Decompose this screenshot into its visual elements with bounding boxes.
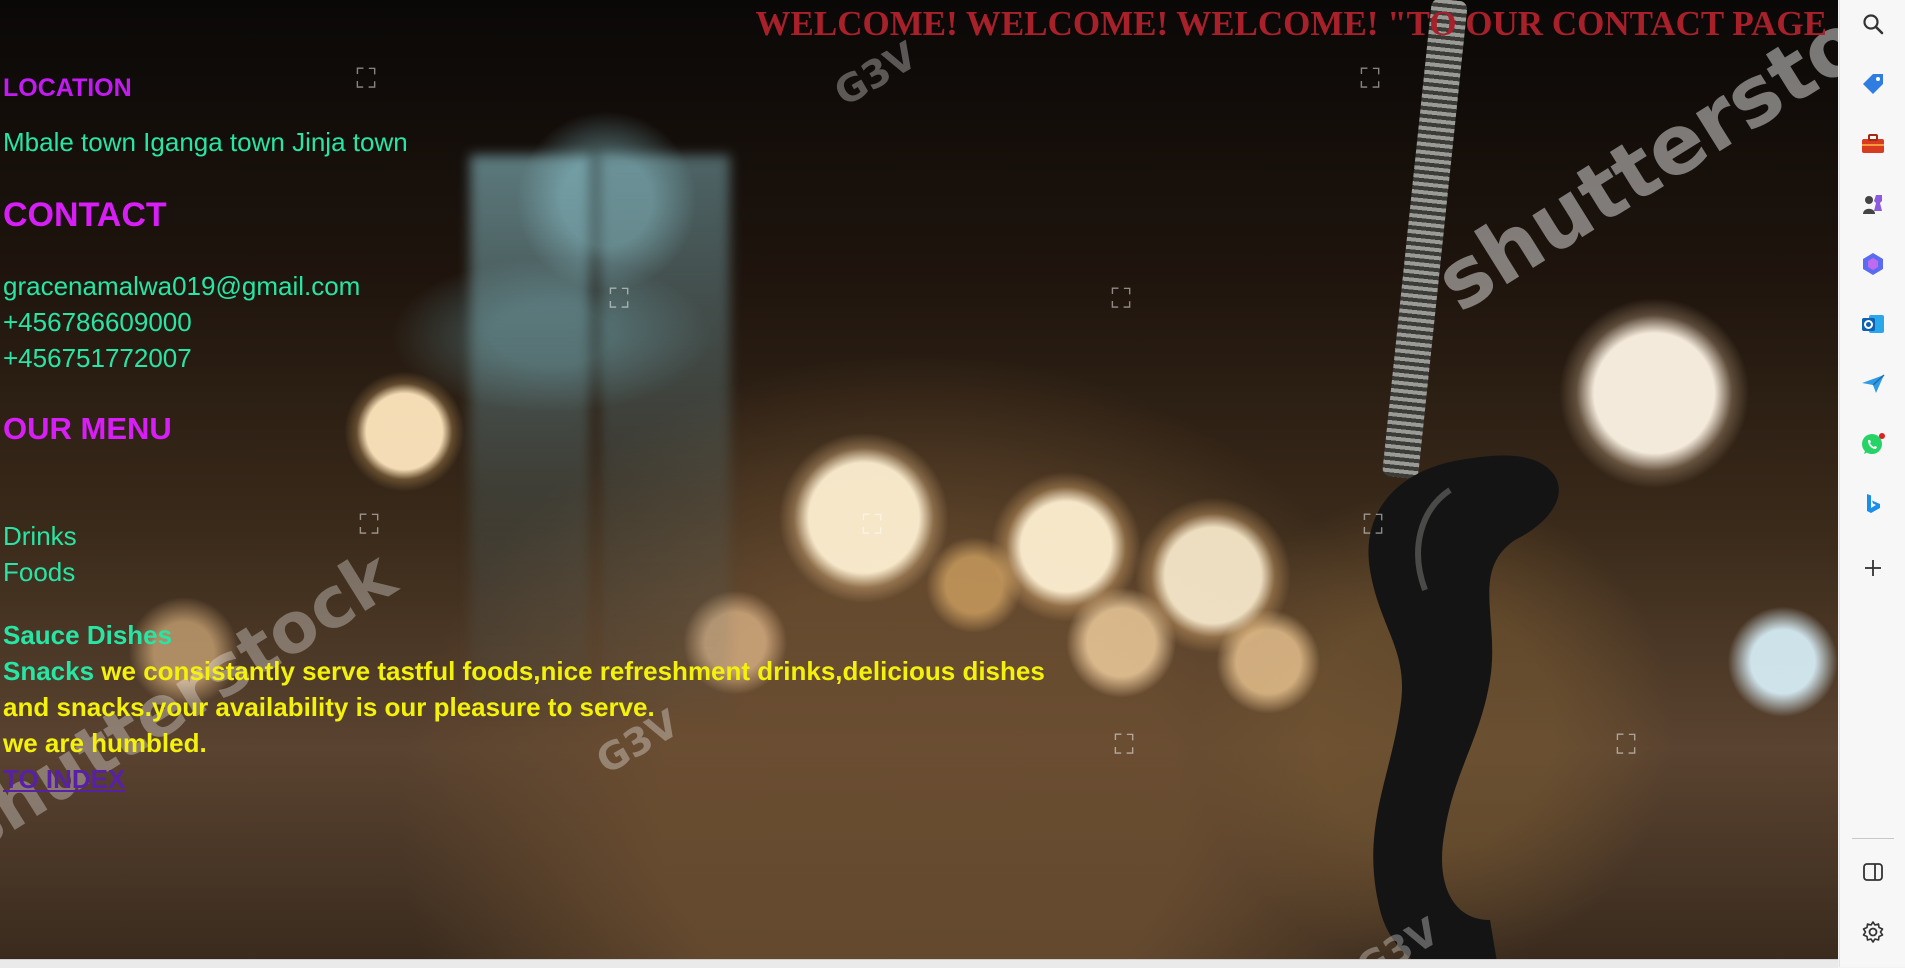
settings-icon[interactable] (1857, 916, 1889, 948)
toolbox-icon[interactable] (1857, 128, 1889, 160)
contact-phone-1: +456786609000 (3, 307, 192, 337)
location-heading: LOCATION (3, 74, 132, 102)
shopping-tag-icon[interactable] (1857, 68, 1889, 100)
outlook-icon[interactable] (1857, 308, 1889, 340)
menu-description-line-1: Snacks we consistantly serve tastful foo… (3, 656, 1045, 687)
welcome-heading: WELCOME! WELCOME! WELCOME! "TO OUR CONTA… (755, 4, 1827, 43)
send-icon[interactable] (1857, 368, 1889, 400)
browser-sidebar (1839, 0, 1905, 967)
menu-item-foods: Foods (3, 557, 76, 587)
menu-description-line-3: we are humbled. (3, 728, 207, 758)
blurred-phone-booth-glass-right (600, 155, 730, 715)
contact-page-background: shutterstock shutterstock G3V G3V G3V ⛶ … (0, 0, 1838, 959)
to-index-link[interactable]: TO INDEX (3, 764, 125, 795)
blurred-phone-booth-glass-left (470, 155, 590, 715)
add-icon[interactable] (1857, 552, 1889, 584)
watermark-corner-icon: ⛶ (1616, 728, 1636, 761)
games-icon[interactable] (1857, 188, 1889, 220)
contact-email: gracenamalwa019@gmail.com (3, 271, 361, 301)
whatsapp-icon[interactable] (1857, 428, 1889, 460)
copilot-icon[interactable] (1857, 248, 1889, 280)
g3v-watermark: G3V (826, 33, 925, 115)
watermark-corner-icon: ⛶ (1360, 62, 1380, 95)
watermark-corner-icon: ⛶ (1111, 282, 1131, 315)
watermark-corner-icon: ⛶ (609, 282, 629, 315)
watermark-corner-icon: ⛶ (1363, 508, 1383, 541)
menu-item-snacks: Snacks (3, 656, 95, 686)
search-icon[interactable] (1857, 8, 1889, 40)
shutterstock-watermark: shutterstock (1420, 0, 1838, 331)
menu-item-sauce-dishes: Sauce Dishes (3, 620, 173, 650)
contact-heading: CONTACT (3, 196, 167, 234)
watermark-corner-icon: ⛶ (356, 62, 376, 95)
location-towns: Mbale town Iganga town Jinja town (3, 127, 408, 157)
menu-description-line-2: and snacks.your availability is our plea… (3, 692, 655, 722)
menu-heading: OUR MENU (3, 411, 172, 446)
menu-description-text: we consistantly serve tastful foods,nice… (94, 656, 1045, 686)
sidebar-toggle-icon[interactable] (1857, 856, 1889, 888)
watermark-corner-icon: ⛶ (359, 508, 379, 541)
sidebar-divider (1852, 838, 1894, 839)
menu-item-drinks: Drinks (3, 521, 77, 551)
bing-icon[interactable] (1857, 488, 1889, 520)
contact-phone-2: +456751772007 (3, 343, 192, 373)
phone-cord-image (1381, 0, 1468, 480)
watermark-corner-icon: ⛶ (1114, 728, 1134, 761)
watermark-corner-icon: ⛶ (862, 508, 882, 541)
